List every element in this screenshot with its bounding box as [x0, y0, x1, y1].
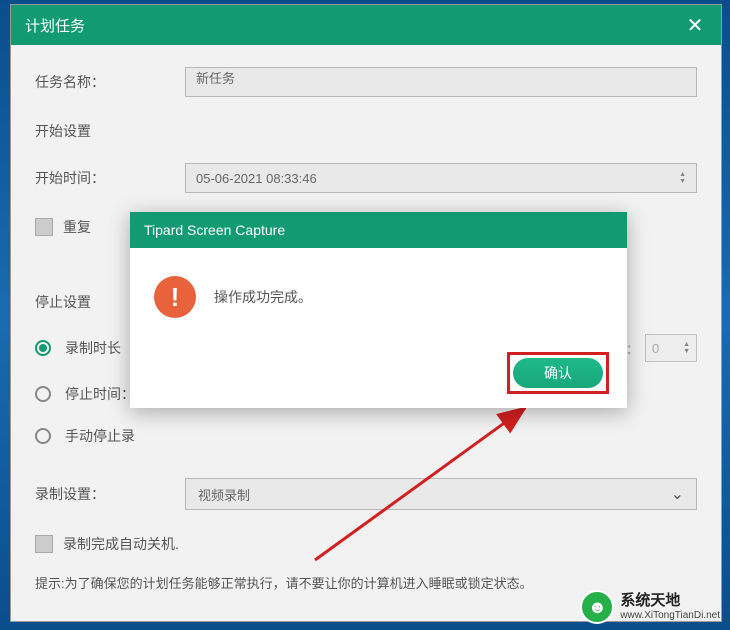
modal-footer: 确认	[507, 352, 609, 394]
start-time-value: 05-06-2021 08:33:46	[196, 171, 317, 186]
modal-message: 操作成功完成。	[214, 287, 312, 307]
auto-shutdown-checkbox[interactable]	[35, 535, 53, 553]
radio-duration[interactable]	[35, 340, 51, 356]
record-mode-value: 视频录制	[198, 485, 250, 504]
watermark-zh: 系统天地	[620, 593, 720, 610]
exclamation-icon: !	[154, 276, 196, 318]
title-bar: 计划任务 ✕	[11, 5, 721, 45]
auto-shutdown-row: 录制完成自动关机.	[35, 534, 697, 554]
record-mode-dropdown[interactable]: 视频录制 ⌄	[185, 478, 697, 510]
start-section-label: 开始设置	[35, 121, 697, 141]
watermark: ☻ 系统天地 www.XiTongTianDi.net	[580, 590, 720, 624]
loop-value: 0	[652, 341, 659, 356]
loop-spinner-icon[interactable]: ▲▼	[683, 341, 690, 355]
ok-button[interactable]: 确认	[513, 358, 603, 388]
task-name-label: 任务名称：	[35, 72, 185, 92]
radio-manual-stop-label: 手动停止录	[65, 426, 135, 446]
manual-stop-row: 手动停止录	[35, 426, 697, 446]
task-name-input[interactable]: 新任务	[185, 67, 697, 97]
loop-input[interactable]: 0 ▲▼	[645, 334, 697, 362]
ok-button-highlight: 确认	[507, 352, 609, 394]
start-time-input[interactable]: 05-06-2021 08:33:46 ▲▼	[185, 163, 697, 193]
radio-stop-time-label: 停止时间：	[65, 384, 135, 404]
watermark-logo-icon: ☻	[580, 590, 614, 624]
window-title: 计划任务	[25, 15, 85, 36]
auto-shutdown-label: 录制完成自动关机.	[63, 534, 179, 554]
modal-title: Tipard Screen Capture	[144, 222, 285, 238]
chevron-down-icon: ⌄	[671, 484, 684, 504]
modal-title-bar: Tipard Screen Capture	[130, 212, 627, 248]
close-icon[interactable]: ✕	[683, 13, 707, 38]
repeat-checkbox[interactable]	[35, 218, 53, 236]
radio-duration-label: 录制时长	[65, 338, 121, 358]
task-name-row: 任务名称： 新任务	[35, 67, 697, 97]
modal-body: ! 操作成功完成。	[130, 248, 627, 318]
radio-manual-stop[interactable]	[35, 428, 51, 444]
record-section-label: 录制设置：	[35, 484, 185, 504]
watermark-text: 系统天地 www.XiTongTianDi.net	[620, 593, 720, 621]
success-modal: Tipard Screen Capture ! 操作成功完成。 确认	[130, 212, 627, 408]
start-time-row: 开始时间： 05-06-2021 08:33:46 ▲▼	[35, 163, 697, 193]
radio-stop-time[interactable]	[35, 386, 51, 402]
watermark-en: www.XiTongTianDi.net	[620, 610, 720, 621]
repeat-label: 重复	[63, 217, 91, 237]
record-mode-row: 录制设置： 视频录制 ⌄	[35, 478, 697, 510]
spinner-icon[interactable]: ▲▼	[679, 171, 686, 185]
start-time-label: 开始时间：	[35, 168, 185, 188]
